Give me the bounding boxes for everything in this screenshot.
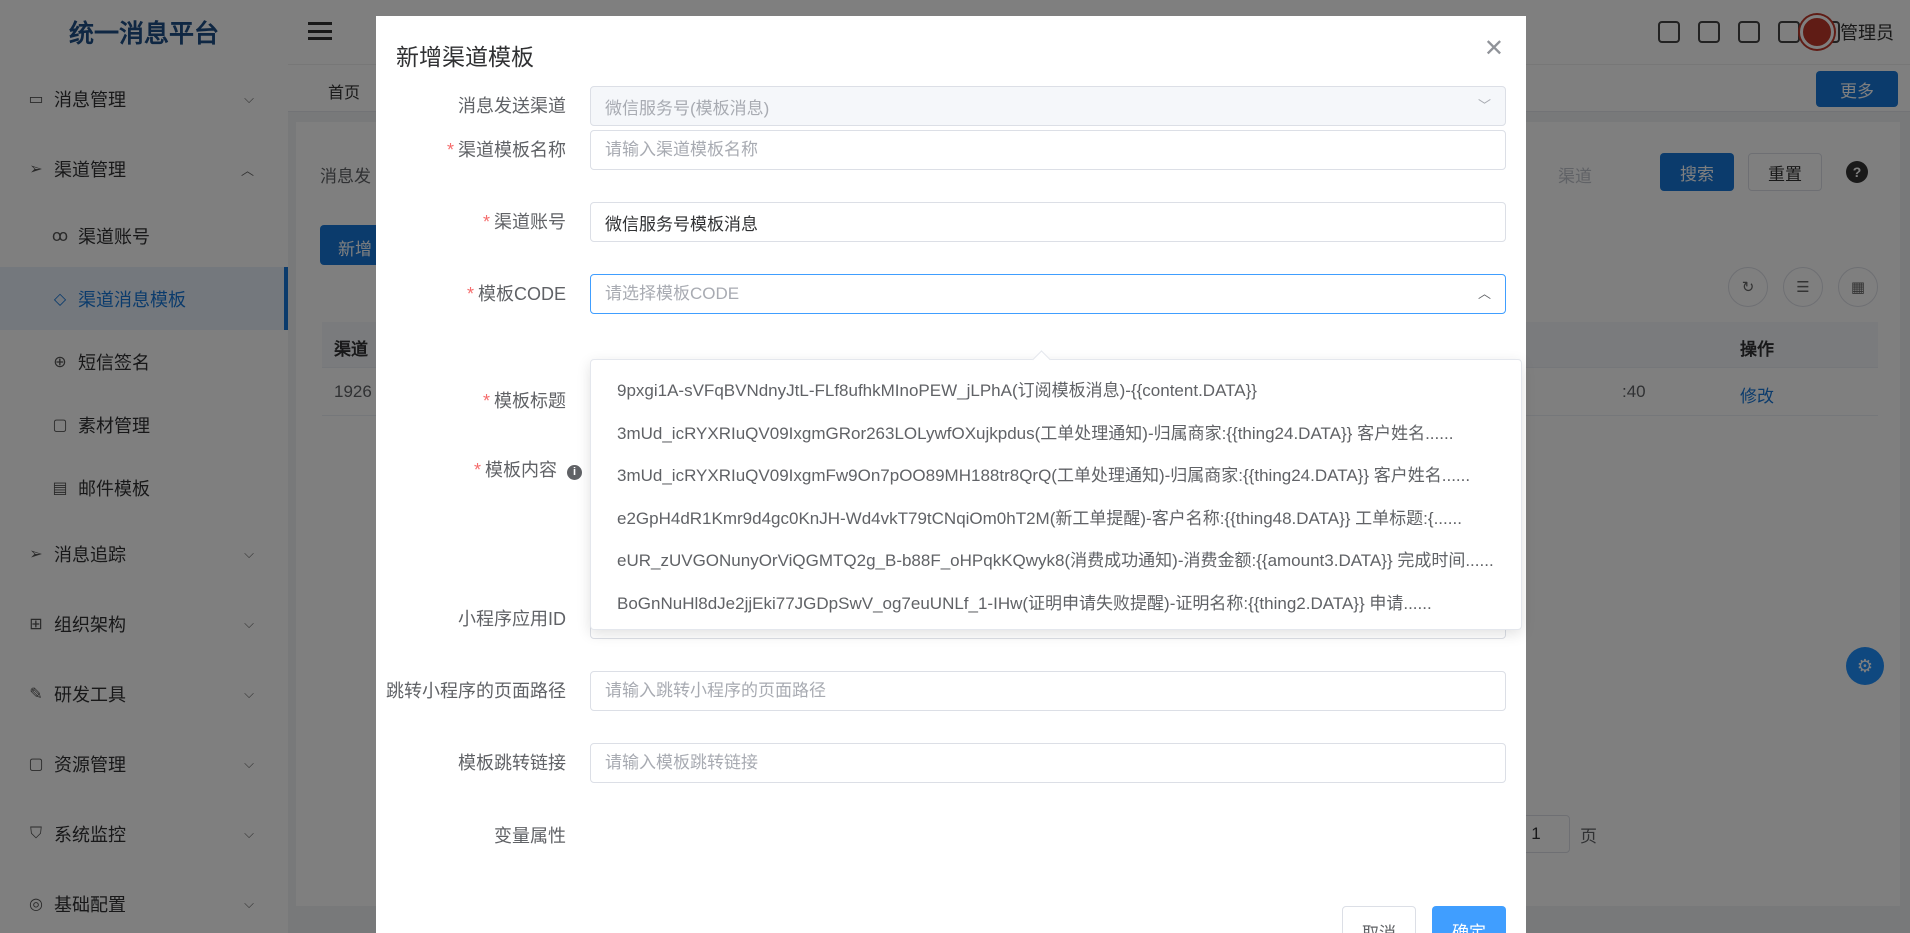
- channel-label: 消息发送渠道: [458, 96, 566, 116]
- template-code-label: * 模板CODE: [466, 284, 566, 304]
- confirm-button[interactable]: 确定: [1432, 906, 1506, 933]
- variables-form-row: 变量属性: [376, 816, 1526, 856]
- miniapp-id-label: 小程序应用ID: [458, 609, 566, 629]
- dropdown-option[interactable]: 3mUd_icRYXRIuQV09IxgmFw9On7pOO89MH188tr8…: [591, 455, 1521, 498]
- template-name-input[interactable]: [590, 130, 1506, 170]
- template-code-select[interactable]: [590, 274, 1506, 314]
- page-path-input[interactable]: [590, 671, 1506, 711]
- template-name-label: * 渠道模板名称: [446, 140, 566, 160]
- dropdown-option[interactable]: 9pxgi1A-sVFqBVNdnyJtL-FLf8ufhkMInoPEW_jL…: [591, 370, 1521, 413]
- chevron-down-icon: ﹀: [1478, 98, 1492, 113]
- dropdown-option[interactable]: BoGnNuHl8dJe2jjEki77JGDpSwV_og7euUNLf_1-…: [591, 583, 1521, 626]
- add-channel-template-dialog: 新增渠道模板 ✕ 消息发送渠道 ﹀ *渠道模板名称 *渠道账号 *模板CODE …: [376, 16, 1526, 933]
- dropdown-option[interactable]: e2GpH4dR1Kmr9d4gc0KnJH-Wd4vkT79tCNqiOm0h…: [591, 498, 1521, 541]
- template-link-form-row: 模板跳转链接: [376, 743, 1526, 783]
- page-path-form-row: 跳转小程序的页面路径: [376, 671, 1526, 711]
- page-path-label: 跳转小程序的页面路径: [386, 681, 566, 701]
- template-link-input[interactable]: [590, 743, 1506, 783]
- close-icon[interactable]: ✕: [1484, 34, 1504, 63]
- template-link-label: 模板跳转链接: [458, 753, 566, 773]
- variables-label: 变量属性: [494, 826, 566, 846]
- template-code-dropdown: 9pxgi1A-sVFqBVNdnyJtL-FLf8ufhkMInoPEW_jL…: [590, 359, 1522, 630]
- info-icon[interactable]: i: [567, 465, 582, 480]
- account-input[interactable]: [590, 202, 1506, 242]
- template-name-form-row: * 渠道模板名称: [376, 130, 1526, 170]
- channel-form-row: 消息发送渠道 ﹀: [376, 86, 1526, 126]
- account-form-row: * 渠道账号: [376, 202, 1526, 242]
- dropdown-option[interactable]: eUR_zUVGONunyOrViQGMTQ2g_B-b88F_oHPqkKQw…: [591, 540, 1521, 583]
- template-title-label: * 模板标题: [482, 391, 566, 411]
- channel-select[interactable]: [590, 86, 1506, 126]
- chevron-up-icon: ︿: [1478, 286, 1492, 301]
- dropdown-option[interactable]: 3mUd_icRYXRIuQV09IxgmGRor263LOLywfOXujkp…: [591, 413, 1521, 456]
- account-label: * 渠道账号: [482, 212, 566, 232]
- template-content-label: * 模板内容 i: [474, 450, 582, 490]
- cancel-button[interactable]: 取消: [1342, 906, 1416, 933]
- template-code-form-row: *模板CODE ︿: [376, 274, 1526, 314]
- dialog-title: 新增渠道模板: [396, 44, 534, 70]
